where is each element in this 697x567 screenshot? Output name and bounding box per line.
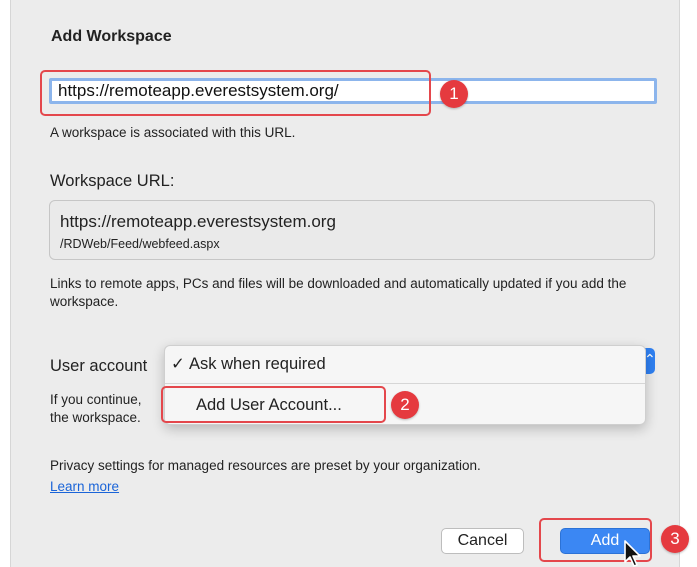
menu-item-add-user-account[interactable]: Add User Account... — [196, 396, 342, 415]
checkmark-icon: ✓ — [171, 355, 185, 373]
learn-more-link[interactable]: Learn more — [50, 479, 119, 494]
download-note: Links to remote apps, PCs and files will… — [50, 276, 627, 309]
callout-badge-3: 3 — [661, 525, 689, 553]
privacy-note: Privacy settings for managed resources a… — [50, 458, 481, 473]
continue-note: If you continue, the workspace. — [50, 391, 142, 427]
menu-divider — [165, 383, 645, 384]
callout-badge-1: 1 — [440, 80, 468, 108]
callout-badge-2: 2 — [391, 391, 419, 419]
workspace-url-input[interactable] — [49, 78, 657, 104]
menu-item-ask-when-required[interactable]: ✓ Ask when required — [171, 354, 326, 374]
continue-note-line1: If you continue, — [50, 392, 142, 407]
user-account-label: User account — [50, 357, 148, 375]
mouse-pointer-icon — [624, 540, 641, 567]
workspace-url-line2: /RDWeb/Feed/webfeed.aspx — [60, 237, 220, 251]
workspace-url-line1: https://remoteapp.everestsystem.org — [60, 212, 336, 231]
dialog-title: Add Workspace — [51, 28, 172, 45]
continue-note-line2: the workspace. — [50, 410, 141, 425]
workspace-url-label: Workspace URL: — [50, 172, 175, 190]
workspace-url-display: https://remoteapp.everestsystem.org /RDW… — [49, 200, 655, 260]
add-workspace-sheet: Add Workspace 1 A workspace is associate… — [10, 0, 689, 567]
menu-item-label: Ask when required — [189, 355, 326, 373]
url-hint-text: A workspace is associated with this URL. — [50, 125, 296, 140]
cancel-button[interactable]: Cancel — [441, 528, 524, 554]
